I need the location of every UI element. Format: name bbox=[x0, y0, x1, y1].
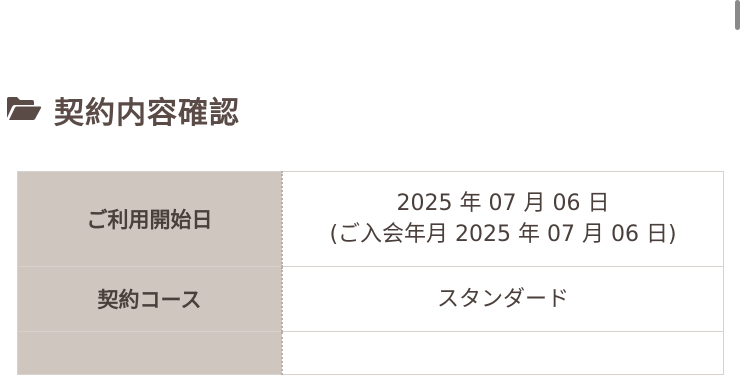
start-date-text: 2025 年 07 月 06 日 bbox=[396, 191, 610, 216]
table-row: ご利用開始日 2025 年 07 月 06 日 (ご入会年月 2025 年 07… bbox=[17, 171, 724, 267]
join-date-text: (ご入会年月 2025 年 07 月 06 日) bbox=[329, 222, 677, 247]
contract-course-label: 契約コース bbox=[17, 266, 283, 332]
section-title: 契約内容確認 bbox=[54, 96, 240, 131]
table-label-cell bbox=[17, 331, 283, 375]
start-date-label: ご利用開始日 bbox=[17, 171, 283, 267]
section-header: 契約内容確認 bbox=[6, 88, 240, 132]
table-value-cell bbox=[281, 331, 724, 375]
start-date-value: 2025 年 07 月 06 日 (ご入会年月 2025 年 07 月 06 日… bbox=[281, 171, 724, 267]
scrollbar[interactable] bbox=[735, 0, 740, 30]
contract-course-value: スタンダード bbox=[281, 266, 724, 332]
folder-open-icon bbox=[6, 94, 54, 126]
table-row: 契約コース スタンダード bbox=[17, 266, 724, 332]
table-row bbox=[17, 331, 724, 375]
contract-info-table: ご利用開始日 2025 年 07 月 06 日 (ご入会年月 2025 年 07… bbox=[17, 171, 724, 375]
